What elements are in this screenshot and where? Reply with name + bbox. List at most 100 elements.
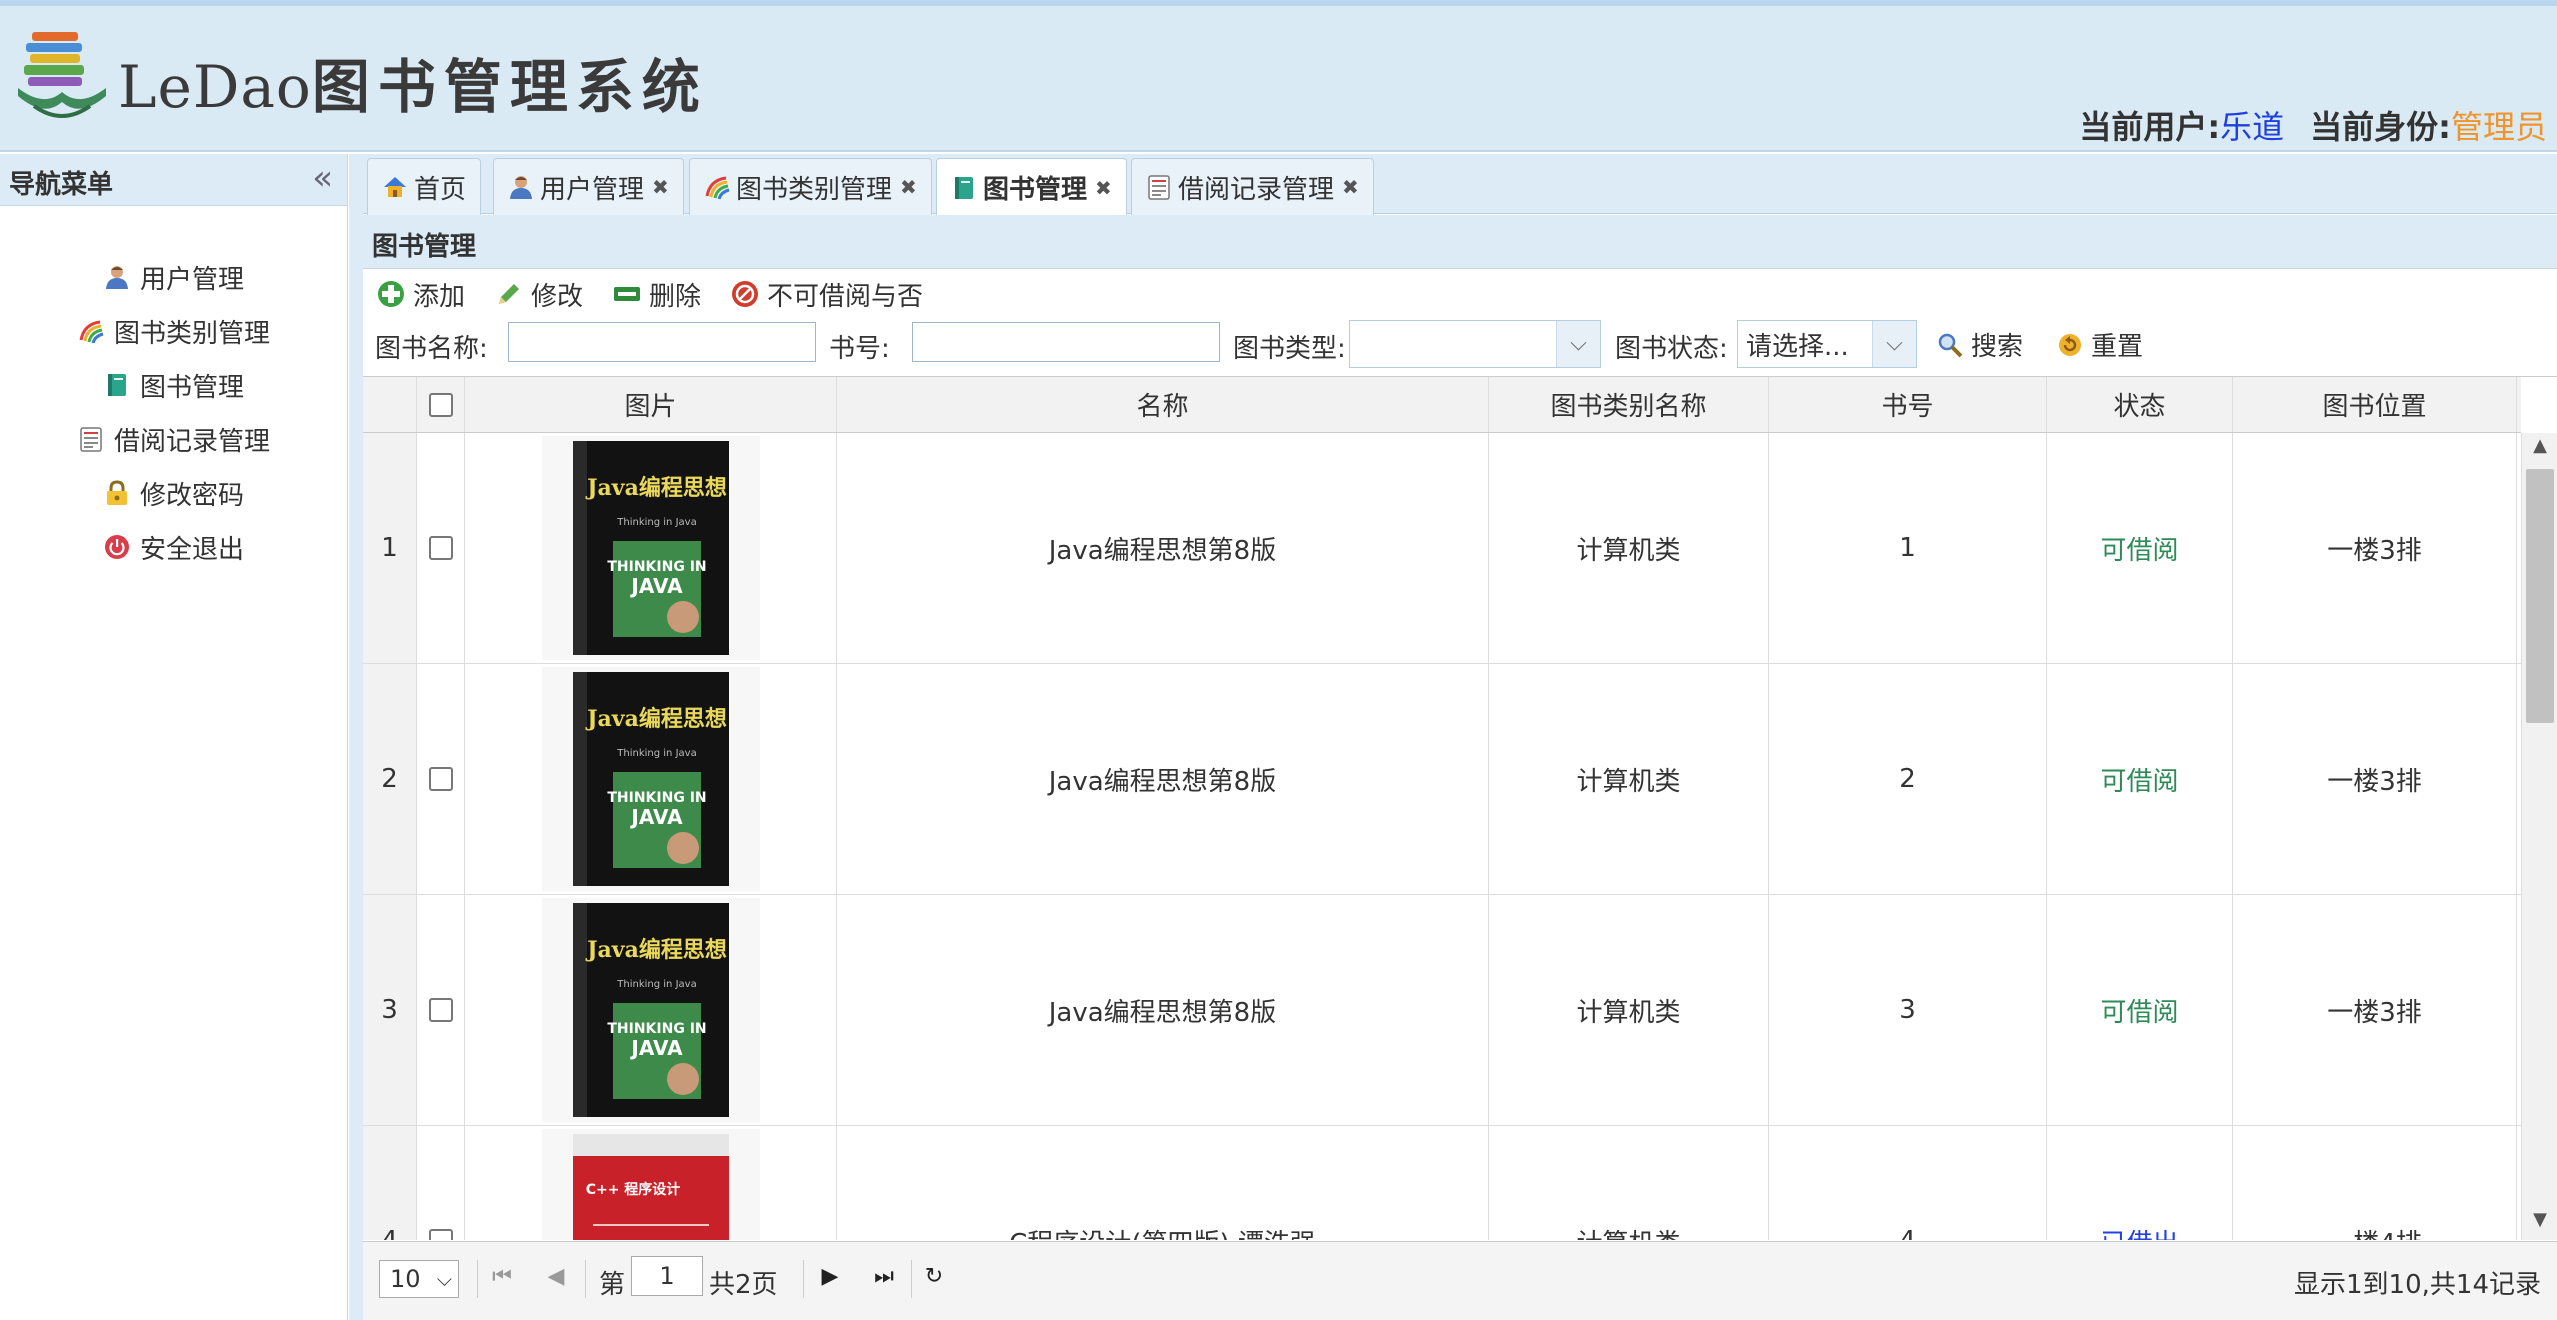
- sidebar-item-label: 图书类别管理: [113, 318, 270, 349]
- chevron-down-icon: ⌵: [436, 1267, 452, 1291]
- collapse-sidebar-icon[interactable]: «: [312, 158, 333, 198]
- next-page-icon[interactable]: ▶: [817, 1264, 843, 1294]
- tab-category-management[interactable]: 图书类别管理 ✖: [689, 158, 932, 215]
- pager-divider: [803, 1260, 804, 1298]
- sidebar-item-label: 安全退出: [139, 534, 244, 565]
- user-icon: [104, 264, 130, 290]
- book-type-select[interactable]: ⌵: [1349, 320, 1601, 368]
- row-checkbox-cell[interactable]: [417, 433, 465, 663]
- table-row[interactable]: 2 Java编程思想 Thinking in Java THINKING IN JAV…: [363, 664, 2521, 895]
- book-name-input[interactable]: [508, 322, 816, 362]
- book-status: 可借阅: [2047, 895, 2233, 1125]
- page-size-select[interactable]: 10 ⌵: [379, 1260, 459, 1298]
- row-checkbox[interactable]: [428, 536, 453, 560]
- close-icon[interactable]: ✖: [1342, 175, 1359, 199]
- chevron-down-icon[interactable]: ⌵: [1872, 321, 1916, 367]
- toggle-lend-button[interactable]: 不可借阅与否: [731, 276, 923, 313]
- sidebar-item-category-management[interactable]: 图书类别管理: [0, 304, 348, 358]
- pager-divider: [585, 1260, 586, 1298]
- row-number: 3: [363, 895, 417, 1125]
- header-select-all[interactable]: [417, 377, 465, 432]
- book-number-input[interactable]: [912, 322, 1220, 362]
- table-row[interactable]: 4 C++ 程序设计 C程序设计(第四版)·谭浩强 计算机类 4 已借出 一楼4…: [363, 1126, 2521, 1240]
- table-scrollbar[interactable]: ▲ ▼: [2521, 433, 2557, 1240]
- book-number-label: 书号:: [829, 334, 890, 364]
- row-checkbox[interactable]: [428, 1229, 453, 1240]
- header-status[interactable]: 状态: [2047, 377, 2233, 432]
- row-checkbox[interactable]: [428, 998, 453, 1022]
- svg-text:Java编程思想: Java编程思想: [585, 706, 727, 732]
- reset-button[interactable]: 重置: [2057, 326, 2143, 363]
- refresh-icon[interactable]: ↻: [921, 1264, 947, 1294]
- edit-button[interactable]: 修改: [495, 276, 583, 313]
- panel-header: 图书管理: [363, 215, 2557, 269]
- sidebar-item-logout[interactable]: 安全退出: [0, 520, 348, 574]
- book-category: 计算机类: [1489, 664, 1769, 894]
- row-checkbox-cell[interactable]: [417, 1126, 465, 1240]
- layout-splitter[interactable]: [349, 154, 363, 1320]
- row-number: 2: [363, 664, 417, 894]
- book-status-select[interactable]: 请选择... ⌵: [1737, 320, 1917, 368]
- current-role: 管理员: [2450, 108, 2547, 146]
- page-total: 共2页: [709, 1270, 778, 1300]
- book-type-label: 图书类型:: [1233, 334, 1346, 364]
- svg-text:Thinking in Java: Thinking in Java: [616, 517, 696, 528]
- row-checkbox[interactable]: [428, 767, 453, 791]
- header-book-no[interactable]: 书号: [1769, 377, 2047, 432]
- sidebar-item-change-password[interactable]: 修改密码: [0, 466, 348, 520]
- book-name: Java编程思想第8版: [837, 895, 1489, 1125]
- search-button[interactable]: 搜索: [1937, 326, 2023, 363]
- row-checkbox-cell[interactable]: [417, 664, 465, 894]
- sidebar: 导航菜单 « 用户管理 图书类别管理 图书管理 借阅记录管理 修改密码 安全退出: [0, 154, 348, 1320]
- cover-cell: Java编程思想 Thinking in Java THINKING IN JAVA: [465, 895, 837, 1125]
- header-cover[interactable]: 图片: [465, 377, 837, 432]
- sidebar-header: 导航菜单 «: [0, 154, 347, 206]
- sidebar-item-label: 修改密码: [139, 480, 244, 511]
- header-location[interactable]: 图书位置: [2233, 377, 2517, 432]
- tab-label: 借阅记录管理: [1178, 174, 1335, 205]
- book-status: 已借出: [2047, 1126, 2233, 1240]
- book-category: 计算机类: [1489, 895, 1769, 1125]
- chevron-down-icon[interactable]: ⌵: [1556, 321, 1600, 367]
- tab-user-management[interactable]: 用户管理 ✖: [493, 158, 684, 215]
- row-checkbox-cell[interactable]: [417, 895, 465, 1125]
- book-location: 一楼3排: [2233, 895, 2517, 1125]
- header-name[interactable]: 名称: [837, 377, 1489, 432]
- scroll-up-icon[interactable]: ▲: [2522, 435, 2557, 465]
- search-label: 搜索: [1971, 332, 2024, 362]
- search-bar: 图书名称: 书号: 图书类型: ⌵ 图书状态: 请选择... ⌵ 搜索 重置: [363, 320, 2557, 370]
- book-location: 一楼3排: [2233, 664, 2517, 894]
- current-user-label: 当前用户:: [2079, 108, 2221, 146]
- header-category[interactable]: 图书类别名称: [1489, 377, 1769, 432]
- scrollbar-thumb[interactable]: [2526, 469, 2554, 723]
- first-page-icon[interactable]: ⏮: [489, 1264, 515, 1294]
- tab-borrow-records[interactable]: 借阅记录管理 ✖: [1131, 158, 1374, 215]
- search-icon: [1937, 332, 1963, 358]
- close-icon[interactable]: ✖: [1095, 176, 1112, 200]
- page-size-value: 10: [390, 1265, 421, 1293]
- scroll-down-icon[interactable]: ▼: [2522, 1209, 2557, 1239]
- tab-book-management[interactable]: 图书管理 ✖: [936, 158, 1127, 216]
- close-icon[interactable]: ✖: [652, 175, 669, 199]
- table-row[interactable]: 1 Java编程思想 Thinking in Java THINKING IN JAV…: [363, 433, 2521, 664]
- page-number-input[interactable]: 1: [631, 1256, 703, 1296]
- delete-button[interactable]: 删除: [613, 276, 701, 313]
- record-icon: [78, 426, 104, 452]
- table-row[interactable]: 3 Java编程思想 Thinking in Java THINKING IN JAV…: [363, 895, 2521, 1126]
- add-button[interactable]: 添加: [377, 276, 465, 313]
- previous-page-icon[interactable]: ◀: [543, 1264, 569, 1294]
- svg-text:JAVA: JAVA: [629, 805, 683, 829]
- sidebar-item-borrow-records[interactable]: 借阅记录管理: [0, 412, 348, 466]
- record-icon: [1146, 174, 1172, 200]
- power-icon: [104, 534, 130, 560]
- reset-label: 重置: [2091, 332, 2144, 362]
- select-all-checkbox[interactable]: [428, 392, 453, 417]
- tab-home[interactable]: 首页: [367, 158, 482, 215]
- reset-icon: [2057, 332, 2083, 358]
- rainbow-icon: [78, 318, 104, 344]
- sidebar-item-user-management[interactable]: 用户管理: [0, 250, 348, 304]
- close-icon[interactable]: ✖: [900, 175, 917, 199]
- sidebar-item-book-management[interactable]: 图书管理: [0, 358, 348, 412]
- last-page-icon[interactable]: ⏭: [871, 1264, 897, 1294]
- user-icon: [508, 174, 534, 200]
